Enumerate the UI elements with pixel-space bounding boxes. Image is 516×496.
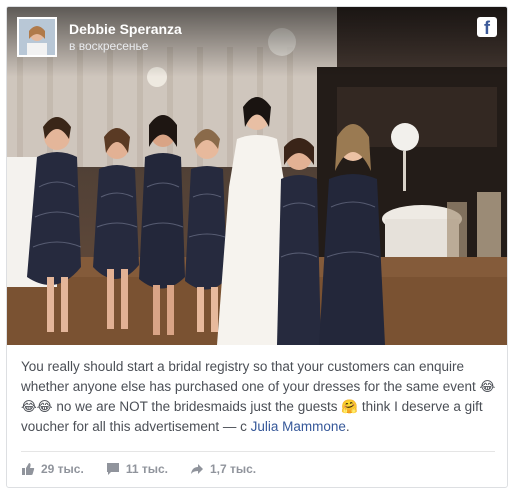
comment-icon bbox=[106, 462, 120, 476]
author-avatar[interactable] bbox=[17, 17, 57, 57]
likes-count: 29 тыс. bbox=[41, 462, 84, 476]
post-timestamp[interactable]: в воскресенье bbox=[69, 39, 148, 53]
facebook-icon[interactable]: f bbox=[477, 17, 497, 38]
post-text: You really should start a bridal registr… bbox=[21, 357, 497, 437]
post-text-end: . bbox=[345, 419, 350, 434]
post-text-part2: no we are NOT the bridesmaids just the g… bbox=[56, 399, 338, 414]
share-arrow-icon bbox=[190, 462, 204, 476]
likes-stat[interactable]: 29 тыс. bbox=[21, 462, 84, 476]
comments-stat[interactable]: 11 тыс. bbox=[106, 462, 168, 476]
author-name[interactable]: Debbie Speranza bbox=[69, 21, 182, 37]
post-text-part1: You really should start a bridal registr… bbox=[21, 359, 476, 394]
shares-count: 1,7 тыс. bbox=[209, 462, 257, 476]
thumbs-up-icon bbox=[21, 462, 35, 476]
shares-stat[interactable]: 1,7 тыс. bbox=[190, 462, 256, 476]
divider bbox=[21, 451, 495, 452]
tagged-user-link[interactable]: Julia Mammone bbox=[251, 419, 346, 434]
engagement-stats: 29 тыс. 11 тыс. 1,7 тыс. bbox=[21, 459, 278, 479]
post-photo[interactable]: Debbie Speranza в воскресенье f bbox=[7, 7, 507, 345]
comments-count: 11 тыс. bbox=[125, 462, 168, 476]
facebook-post-card: Debbie Speranza в воскресенье f You real… bbox=[6, 6, 508, 488]
hugging-emoji: 🤗 bbox=[341, 399, 359, 415]
